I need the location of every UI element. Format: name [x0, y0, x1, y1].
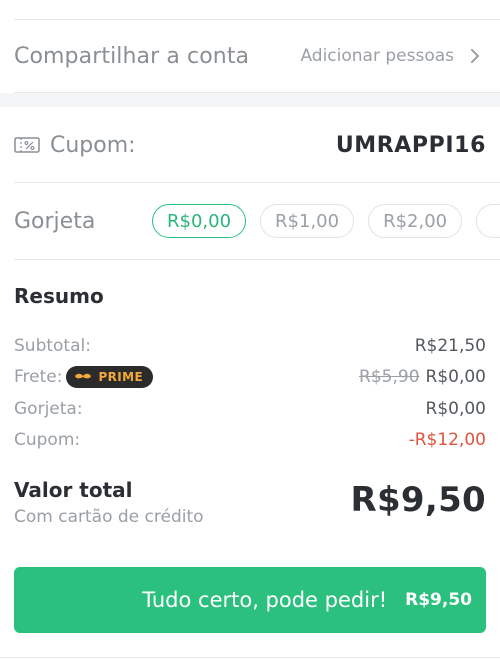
tip-summary-row: Gorjeta: R$0,00: [14, 396, 486, 422]
coupon-left: Cupom:: [14, 133, 136, 158]
tip-summary-label: Gorjeta:: [14, 399, 83, 419]
bottom-divider: [0, 657, 500, 658]
share-account-title: Compartilhar a conta: [14, 43, 250, 69]
summary-title: Resumo: [14, 284, 104, 308]
place-order-price: R$9,50: [405, 590, 472, 610]
coupon-summary-label: Cupom:: [14, 430, 81, 450]
total-label: Valor total: [14, 478, 133, 502]
chevron-right-icon: [471, 49, 479, 63]
delivery-value: R$0,00: [425, 367, 486, 387]
tip-row: Gorjeta R$0,00 R$1,00 R$2,00: [14, 183, 500, 259]
payment-method: Com cartão de crédito: [14, 507, 204, 527]
section-separator: [0, 93, 500, 107]
prime-badge: PRIME: [66, 366, 154, 388]
place-order-button[interactable]: Tudo certo, pode pedir! R$9,50: [14, 567, 486, 633]
coupon-row[interactable]: Cupom: UMRAPPI16: [14, 108, 486, 182]
total-value: R$9,50: [350, 480, 486, 520]
delivery-row: Frete: PRIME R$5,90 R$0,00: [14, 364, 486, 390]
share-account-row[interactable]: Compartilhar a conta Adicionar pessoas: [14, 20, 482, 92]
tip-option-more[interactable]: [476, 204, 500, 238]
coupon-code[interactable]: UMRAPPI16: [336, 133, 486, 158]
tip-label: Gorjeta: [14, 208, 96, 234]
place-order-label: Tudo certo, pode pedir!: [142, 588, 388, 612]
tip-option-0[interactable]: R$0,00: [152, 204, 247, 238]
mustache-icon: [75, 373, 92, 379]
tip-summary-value: R$0,00: [425, 399, 486, 419]
coupon-summary-row: Cupom: -R$12,00: [14, 427, 486, 453]
tip-options: R$0,00 R$1,00 R$2,00: [152, 204, 500, 238]
subtotal-label: Subtotal:: [14, 336, 91, 356]
coupon-label: Cupom:: [50, 132, 136, 158]
total-block: Valor total Com cartão de crédito R$9,50: [14, 476, 486, 532]
prime-badge-text: PRIME: [98, 370, 144, 384]
add-people-link[interactable]: Adicionar pessoas: [300, 46, 482, 66]
tip-option-2[interactable]: R$2,00: [368, 204, 463, 238]
subtotal-row: Subtotal: R$21,50: [14, 333, 486, 359]
delivery-values: R$5,90 R$0,00: [359, 367, 486, 387]
delivery-label: Frete:: [14, 367, 63, 387]
subtotal-value: R$21,50: [414, 336, 486, 356]
delivery-label-group: Frete: PRIME: [14, 366, 154, 388]
coupon-summary-value: -R$12,00: [408, 430, 486, 450]
tip-option-1[interactable]: R$1,00: [260, 204, 355, 238]
tip-divider: [14, 259, 500, 260]
percent-ticket-icon: [14, 137, 40, 153]
delivery-old-value: R$5,90: [359, 367, 420, 387]
add-people-label: Adicionar pessoas: [300, 46, 454, 66]
